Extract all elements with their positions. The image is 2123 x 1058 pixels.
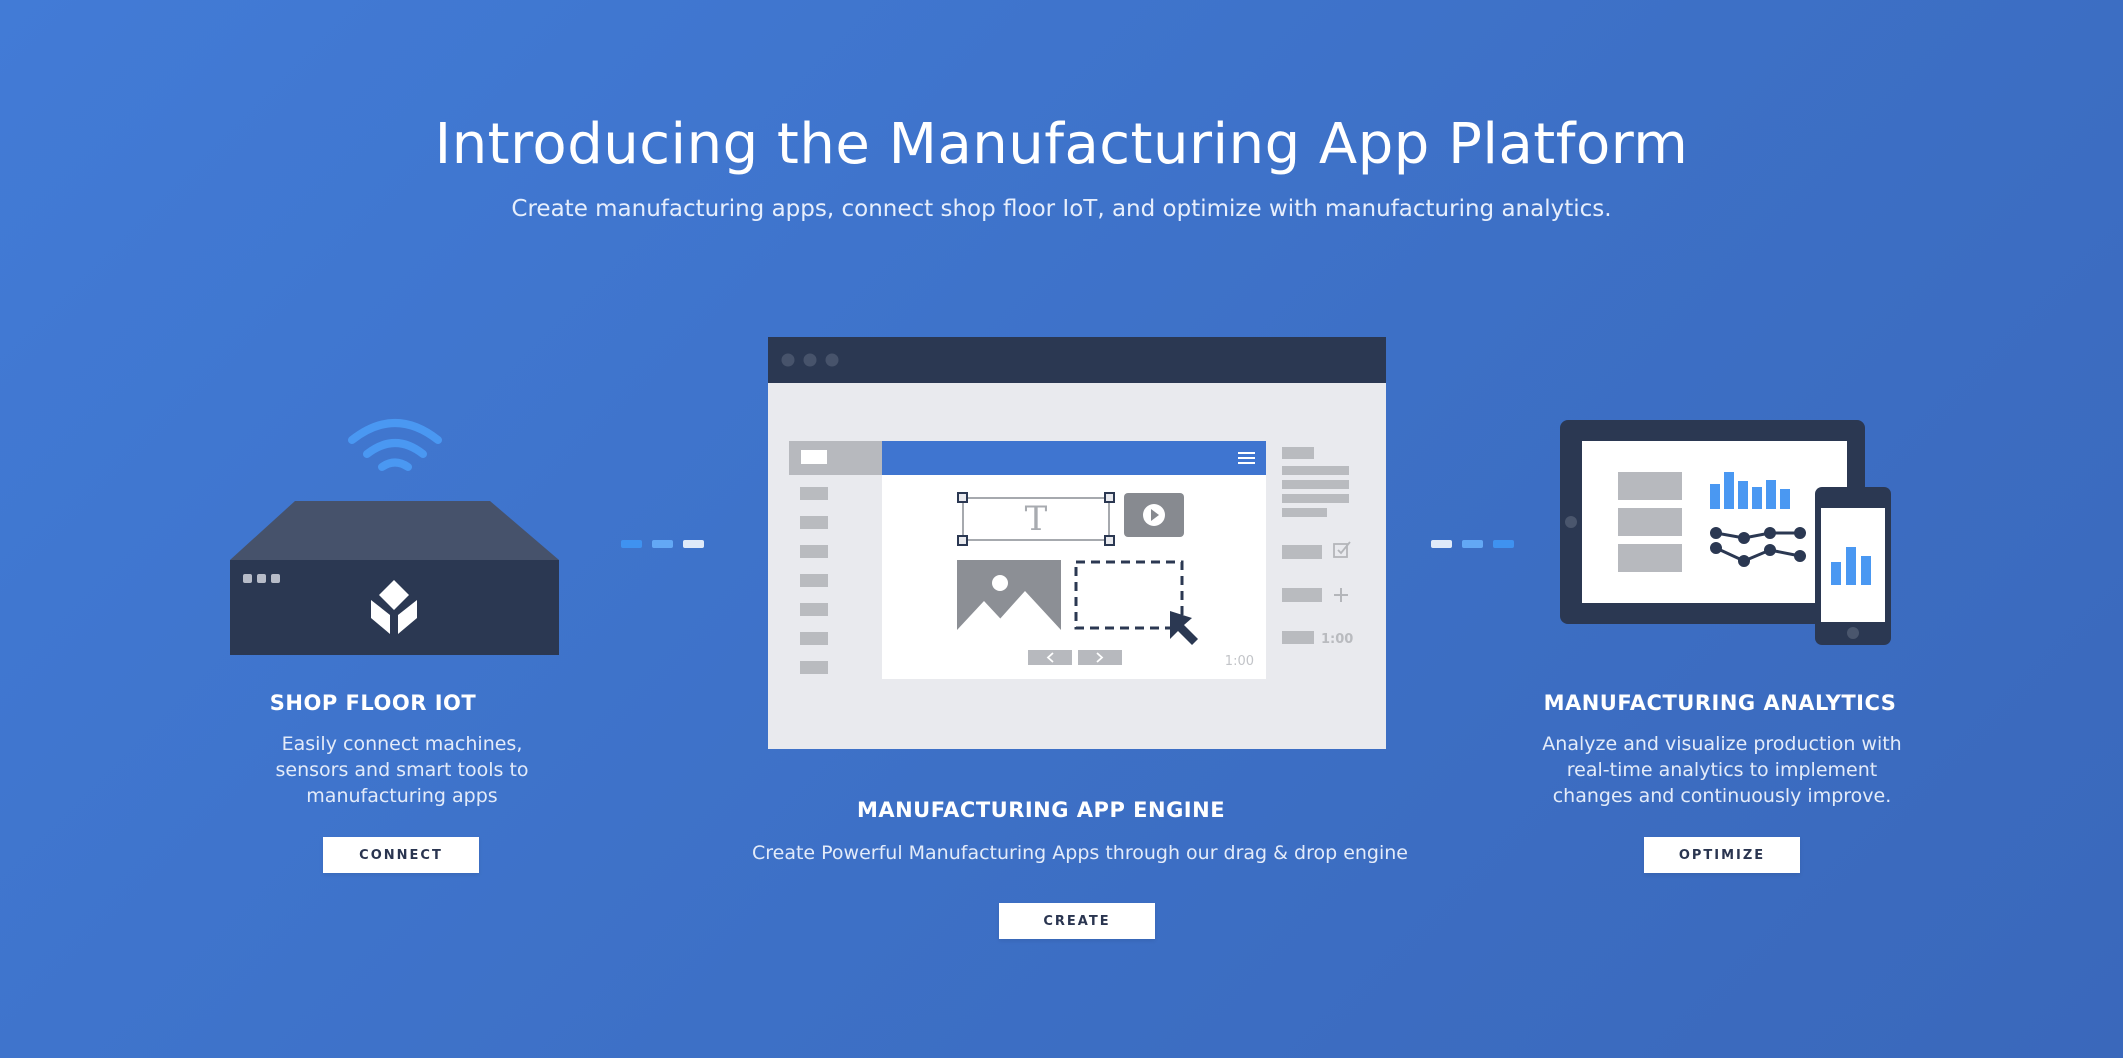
wifi-icon — [348, 419, 442, 471]
optimize-button[interactable]: OPTIMIZE — [1644, 837, 1800, 873]
iot-device-illustration — [230, 419, 559, 655]
engine-title: MANUFACTURING APP ENGINE — [856, 798, 1226, 822]
iot-description-line: Easily connect machines, — [281, 733, 523, 755]
analytics-devices-illustration — [1560, 420, 1891, 645]
iot-description-line: sensors and smart tools to — [275, 759, 529, 781]
iot-title: SHOP FLOOR IOT — [269, 691, 477, 715]
svg-text:T: T — [1025, 499, 1048, 539]
connector-dash — [1462, 540, 1483, 548]
connector-dash — [621, 540, 642, 548]
analytics-description-line: Analyze and visualize production with — [1542, 733, 1902, 755]
sidebar-timer-label: 1:00 — [1321, 632, 1353, 647]
engine-description: Create Powerful Manufacturing Apps throu… — [751, 842, 1408, 864]
iot-description: Easily connect machines, sensors and sma… — [237, 731, 567, 809]
analytics-title: MANUFACTURING ANALYTICS — [1543, 691, 1897, 715]
analytics-description-line: changes and continuously improve. — [1552, 785, 1892, 807]
connector-dash — [1493, 540, 1514, 548]
hero-title: Introducing the Manufacturing App Platfo… — [434, 112, 1689, 177]
connector-dash — [683, 540, 704, 548]
connector-dash — [652, 540, 673, 548]
connect-button[interactable]: CONNECT — [323, 837, 479, 873]
iot-description-line: manufacturing apps — [306, 785, 498, 807]
analytics-description: Analyze and visualize production with re… — [1520, 731, 1924, 809]
connector-dash — [1431, 540, 1452, 548]
canvas-timer-label: 1:00 — [1225, 654, 1254, 669]
create-button[interactable]: CREATE — [999, 903, 1155, 939]
image-icon — [957, 560, 1061, 630]
play-icon — [1124, 493, 1184, 537]
analytics-description-line: real-time analytics to implement — [1566, 759, 1878, 781]
hero-subtitle: Create manufacturing apps, connect shop … — [511, 196, 1612, 222]
app-editor-illustration: T 1:00 1:00 — [768, 337, 1386, 749]
